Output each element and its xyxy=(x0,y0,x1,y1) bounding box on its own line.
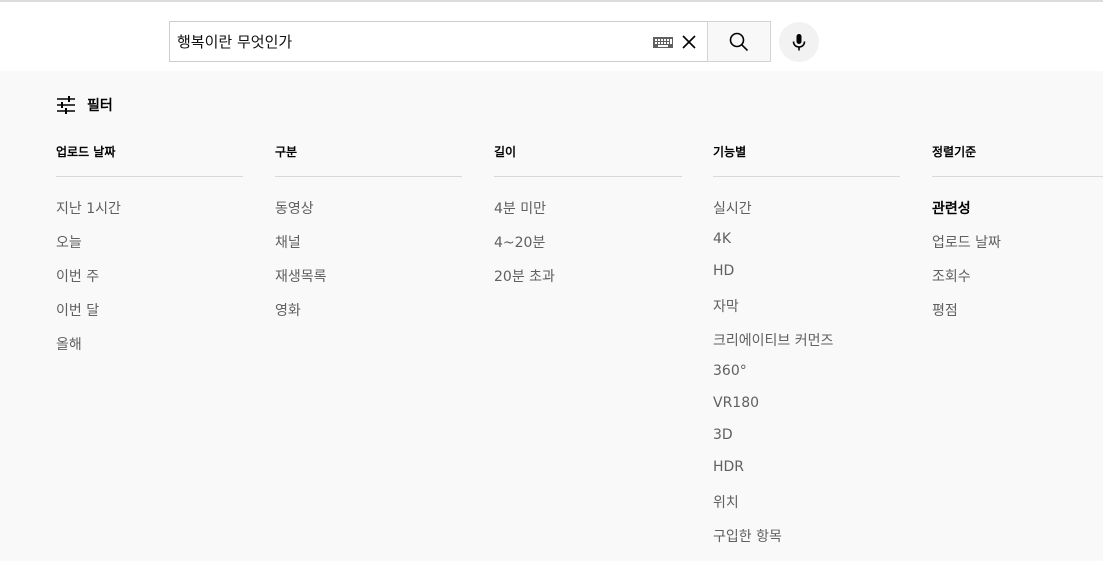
filter-option[interactable]: 크리에이티브 커먼즈 xyxy=(713,330,833,350)
filter-toggle-button[interactable]: 필터 xyxy=(56,93,113,117)
filter-option[interactable]: 4~20분 xyxy=(494,232,545,252)
voice-search-button[interactable] xyxy=(779,22,819,62)
filter-option[interactable]: 이번 주 xyxy=(56,266,99,286)
search-button[interactable] xyxy=(707,21,771,62)
filter-option[interactable]: 4분 미만 xyxy=(494,198,546,218)
keyboard-icon[interactable] xyxy=(652,34,674,50)
filter-option[interactable]: 동영상 xyxy=(275,198,314,218)
filter-option[interactable]: 지난 1시간 xyxy=(56,198,121,218)
search-box xyxy=(169,21,708,62)
filter-label: 필터 xyxy=(87,98,113,114)
filter-option[interactable]: 자막 xyxy=(713,296,739,316)
filter-option[interactable]: 20분 초과 xyxy=(494,266,555,286)
filter-group-title: 구분 xyxy=(275,142,462,177)
filter-group-sort-by: 정렬기준 관련성 업로드 날짜 조회수 평점 xyxy=(932,142,1103,319)
filter-option-selected[interactable]: 관련성 xyxy=(932,198,971,218)
filter-option[interactable]: 3D xyxy=(713,427,733,443)
filter-option[interactable]: 재생목록 xyxy=(275,266,327,286)
filter-option[interactable]: 4K xyxy=(713,231,731,247)
close-icon[interactable] xyxy=(678,31,700,53)
filter-option[interactable]: 평점 xyxy=(932,300,958,320)
filter-option[interactable]: 오늘 xyxy=(56,232,82,252)
microphone-icon xyxy=(792,34,806,51)
filter-option[interactable]: 업로드 날짜 xyxy=(932,232,1001,252)
filter-group-title: 업로드 날짜 xyxy=(56,142,243,177)
filter-option[interactable]: 구입한 항목 xyxy=(713,526,782,546)
filter-group-title: 길이 xyxy=(494,142,682,177)
filter-group-duration: 길이 4분 미만 4~20분 20분 초과 xyxy=(494,142,682,285)
filter-option[interactable]: HD xyxy=(713,263,734,279)
filter-option[interactable]: 영화 xyxy=(275,300,301,320)
filter-option[interactable]: 이번 달 xyxy=(56,300,99,320)
filter-option[interactable]: VR180 xyxy=(713,395,759,411)
filter-option[interactable]: 채널 xyxy=(275,232,301,252)
filter-group-upload-date: 업로드 날짜 지난 1시간 오늘 이번 주 이번 달 올해 xyxy=(56,142,243,353)
tune-sliders-icon xyxy=(57,96,75,114)
filter-group-title: 기능별 xyxy=(713,142,900,177)
filter-group-features: 기능별 실시간 4K HD 자막 크리에이티브 커먼즈 360° VR180 3… xyxy=(713,142,900,545)
filter-option[interactable]: 360° xyxy=(713,363,747,379)
filter-group-type: 구분 동영상 채널 재생목록 영화 xyxy=(275,142,462,319)
search-input[interactable] xyxy=(177,22,637,61)
filter-option[interactable]: HDR xyxy=(713,459,744,475)
filter-group-title: 정렬기준 xyxy=(932,142,1103,177)
filter-option[interactable]: 올해 xyxy=(56,334,82,354)
filter-option[interactable]: 위치 xyxy=(713,492,739,512)
search-icon xyxy=(729,32,749,51)
filter-option[interactable]: 조회수 xyxy=(932,266,971,286)
filter-option[interactable]: 실시간 xyxy=(713,198,752,218)
